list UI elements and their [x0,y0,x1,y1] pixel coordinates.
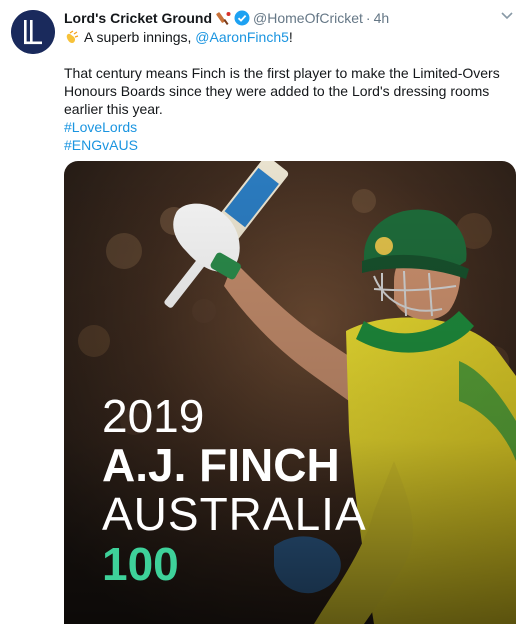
tweet-body: That century means Finch is the first pl… [64,65,500,117]
hashtag-link[interactable]: #LoveLords [64,118,138,136]
overlay-score: 100 [102,538,179,590]
overlay-player-name: A.J. FINCH [102,439,340,491]
line1-suffix: ! [288,29,293,45]
more-chevron-icon[interactable] [500,10,514,20]
separator-dot: · [365,10,371,26]
tweet-media-image[interactable]: 2019 A.J. FINCH AUSTRALIA 100 [64,161,516,624]
stats-overlay: 2019 A.J. FINCH AUSTRALIA 100 [102,391,367,589]
timestamp[interactable]: 4h [374,10,390,26]
author-handle[interactable]: @HomeOfCricket [253,10,363,26]
author-name[interactable]: Lord's Cricket Ground [64,10,212,26]
tweet-header: Lord's Cricket Ground @HomeOfCricket · 4h [64,9,389,27]
hashtag-list: #LoveLords #ENGvAUS [64,118,138,154]
clapping-hands-icon [64,29,81,45]
overlay-country: AUSTRALIA [102,488,367,540]
mention-link[interactable]: @AaronFinch5 [195,29,289,45]
hashtag-link[interactable]: #ENGvAUS [64,136,138,154]
overlay-year: 2019 [102,390,205,442]
verified-badge-icon [234,10,250,26]
tweet-first-line: A superb innings, @AaronFinch5! [64,28,293,46]
tweet: Lord's Cricket Ground @HomeOfCricket · 4h A… [0,0,524,624]
cricket-bat-icon [216,10,232,26]
author-avatar[interactable] [11,10,55,54]
line1-text: A superb innings, [84,29,196,45]
